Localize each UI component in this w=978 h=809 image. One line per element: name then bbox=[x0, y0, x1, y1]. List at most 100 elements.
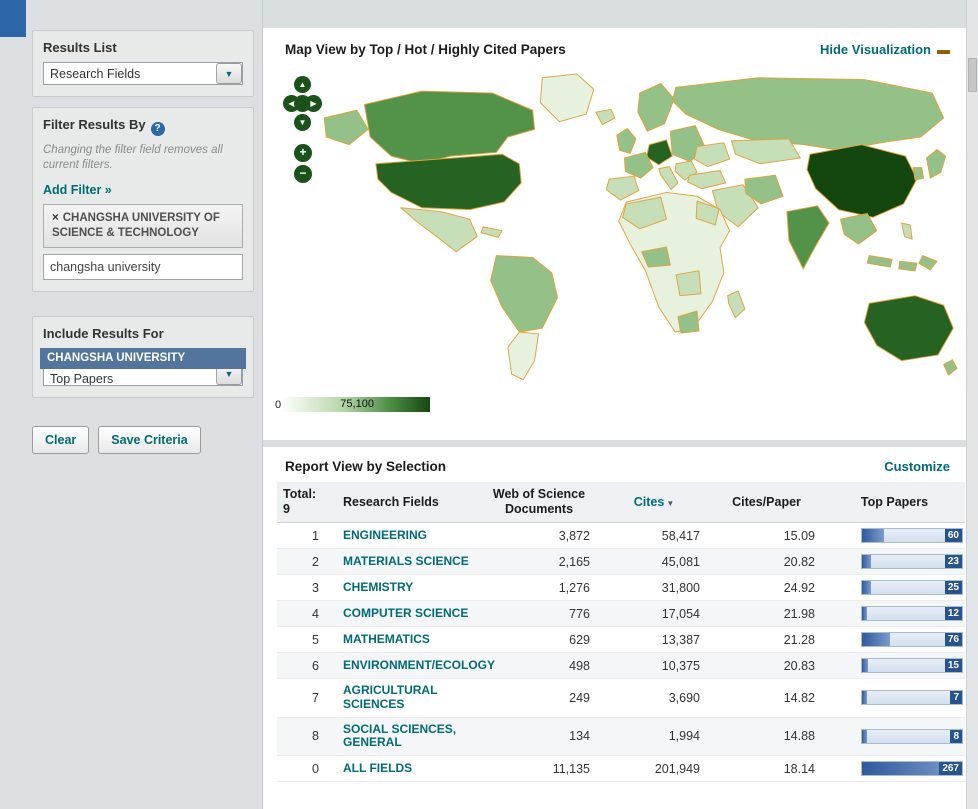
top-papers-bar: 25 bbox=[861, 580, 963, 595]
sort-desc-icon: ▼ bbox=[666, 499, 674, 508]
row-top-papers-cell: 15 bbox=[824, 653, 965, 679]
report-panel-header: Report View by Selection Customize bbox=[263, 447, 966, 482]
table-row: 6 ENVIRONMENT/ECOLOGY 498 10,375 20.83 1… bbox=[277, 653, 965, 679]
row-field-cell: MATERIALS SCIENCE bbox=[339, 549, 479, 575]
row-cites: 45,081 bbox=[599, 549, 709, 575]
country-korea bbox=[913, 168, 924, 180]
results-list-dropdown[interactable]: Research Fields ▼ bbox=[43, 62, 243, 85]
row-field-link[interactable]: MATERIALS SCIENCE bbox=[343, 555, 469, 569]
row-field-link[interactable]: COMPUTER SCIENCE bbox=[343, 607, 468, 621]
map-zoom-control: + − bbox=[294, 144, 312, 183]
column-header-cites-per-paper[interactable]: Cites/Paper bbox=[709, 482, 824, 523]
save-criteria-button[interactable]: Save Criteria bbox=[98, 426, 200, 454]
active-filter-label: CHANGSHA UNIVERSITY OF SCIENCE & TECHNOL… bbox=[52, 212, 220, 239]
row-docs: 1,276 bbox=[479, 575, 599, 601]
filter-search-input[interactable] bbox=[43, 254, 243, 280]
top-papers-bar-fill bbox=[862, 730, 867, 743]
top-papers-bar: 12 bbox=[861, 606, 963, 621]
row-rank: 8 bbox=[277, 717, 339, 756]
row-docs: 134 bbox=[479, 717, 599, 756]
clear-button[interactable]: Clear bbox=[32, 426, 89, 454]
row-docs: 11,135 bbox=[479, 756, 599, 782]
active-filter-chip[interactable]: ×CHANGSHA UNIVERSITY OF SCIENCE & TECHNO… bbox=[43, 204, 243, 248]
country-cuba bbox=[481, 227, 502, 238]
total-header: Total: 9 bbox=[277, 482, 339, 523]
country-brazil bbox=[491, 256, 558, 332]
row-docs: 2,165 bbox=[479, 549, 599, 575]
top-papers-value: 25 bbox=[945, 581, 962, 594]
row-field-cell: ENVIRONMENT/ECOLOGY bbox=[339, 653, 479, 679]
cites-label: Cites bbox=[634, 495, 665, 509]
filter-note: Changing the filter field removes all cu… bbox=[43, 143, 243, 173]
row-field-cell: ENGINEERING bbox=[339, 523, 479, 549]
country-australia bbox=[864, 296, 953, 361]
table-row: 4 COMPUTER SCIENCE 776 17,054 21.98 12 bbox=[277, 601, 965, 627]
scrollbar-thumb[interactable] bbox=[968, 58, 977, 92]
country-india bbox=[787, 206, 829, 269]
row-field-link[interactable]: SOCIAL SCIENCES, GENERAL bbox=[343, 723, 475, 751]
top-papers-bar: 8 bbox=[861, 729, 963, 744]
report-view-title: Report View by Selection bbox=[285, 459, 446, 474]
column-header-top-papers[interactable]: Top Papers bbox=[824, 482, 965, 523]
row-cites: 58,417 bbox=[599, 523, 709, 549]
main-content: Map View by Top / Hot / Highly Cited Pap… bbox=[263, 0, 966, 809]
report-table: Total: 9 Research Fields Web of Science … bbox=[277, 482, 965, 782]
row-rank: 4 bbox=[277, 601, 339, 627]
row-field-link[interactable]: CHEMISTRY bbox=[343, 581, 413, 595]
country-new-zealand bbox=[944, 360, 957, 375]
row-docs: 629 bbox=[479, 627, 599, 653]
row-field-cell: MATHEMATICS bbox=[339, 627, 479, 653]
app-corner-block bbox=[0, 0, 26, 37]
row-field-link[interactable]: AGRICULTURAL SCIENCES bbox=[343, 684, 475, 712]
map-view-title: Map View by Top / Hot / Highly Cited Pap… bbox=[285, 42, 566, 57]
world-map-choropleth[interactable] bbox=[309, 66, 959, 382]
customize-link[interactable]: Customize bbox=[884, 459, 950, 474]
map-controls: ▲ ◀ ▶ ▼ + − bbox=[283, 76, 323, 186]
row-rank: 7 bbox=[277, 679, 339, 718]
top-papers-bar-fill bbox=[862, 607, 867, 620]
country-mexico bbox=[401, 208, 477, 252]
table-row: 2 MATERIALS SCIENCE 2,165 45,081 20.82 2… bbox=[277, 549, 965, 575]
autocomplete-option-highlighted[interactable]: CHANGSHA UNIVERSITY bbox=[40, 348, 246, 369]
hide-visualization-link[interactable]: Hide Visualization ▬ bbox=[820, 42, 950, 57]
row-rank: 6 bbox=[277, 653, 339, 679]
total-label: Total: bbox=[283, 487, 316, 501]
row-field-link[interactable]: ENGINEERING bbox=[343, 529, 427, 543]
row-top-papers-cell: 12 bbox=[824, 601, 965, 627]
pan-up-button[interactable]: ▲ bbox=[294, 76, 311, 93]
row-field-link[interactable]: ALL FIELDS bbox=[343, 762, 412, 776]
country-madagascar bbox=[728, 291, 745, 318]
pan-down-button[interactable]: ▼ bbox=[294, 114, 311, 131]
zoom-in-button[interactable]: + bbox=[294, 144, 312, 162]
row-rank: 5 bbox=[277, 627, 339, 653]
top-papers-bar-fill bbox=[862, 555, 871, 568]
help-icon[interactable]: ? bbox=[151, 122, 165, 136]
column-header-cites[interactable]: Cites▼ bbox=[599, 482, 709, 523]
country-iceland bbox=[596, 109, 615, 124]
top-papers-bar: 76 bbox=[861, 632, 963, 647]
country-new-guinea bbox=[919, 256, 937, 270]
zoom-out-button[interactable]: − bbox=[294, 165, 312, 183]
top-papers-bar: 15 bbox=[861, 658, 963, 673]
vertical-scrollbar[interactable] bbox=[966, 0, 978, 809]
row-field-link[interactable]: ENVIRONMENT/ECOLOGY bbox=[343, 659, 495, 673]
row-docs: 776 bbox=[479, 601, 599, 627]
top-papers-bar-fill bbox=[862, 659, 868, 672]
results-list-panel: Results List Research Fields ▼ bbox=[32, 30, 254, 97]
report-table-body: 1 ENGINEERING 3,872 58,417 15.09 60 2 MA… bbox=[277, 523, 965, 782]
row-top-papers-cell: 8 bbox=[824, 717, 965, 756]
remove-filter-icon[interactable]: × bbox=[52, 212, 59, 224]
add-filter-link[interactable]: Add Filter » bbox=[43, 183, 112, 197]
row-cites: 13,387 bbox=[599, 627, 709, 653]
chevron-down-icon[interactable]: ▼ bbox=[216, 63, 242, 84]
map-body: ▲ ◀ ▶ ▼ + − 0 75,100 bbox=[263, 66, 966, 428]
map-panel-header: Map View by Top / Hot / Highly Cited Pap… bbox=[263, 28, 966, 66]
include-results-panel: Include Results For CHANGSHA UNIVERSITY … bbox=[32, 316, 254, 398]
column-header-wos-documents[interactable]: Web of Science Documents bbox=[479, 482, 599, 523]
legend-gradient: 75,100 bbox=[284, 397, 430, 412]
pan-right-button[interactable]: ▶ bbox=[305, 95, 322, 112]
row-top-papers-cell: 25 bbox=[824, 575, 965, 601]
country-uk bbox=[617, 128, 636, 153]
row-field-link[interactable]: MATHEMATICS bbox=[343, 633, 430, 647]
column-header-research-fields[interactable]: Research Fields bbox=[339, 482, 479, 523]
